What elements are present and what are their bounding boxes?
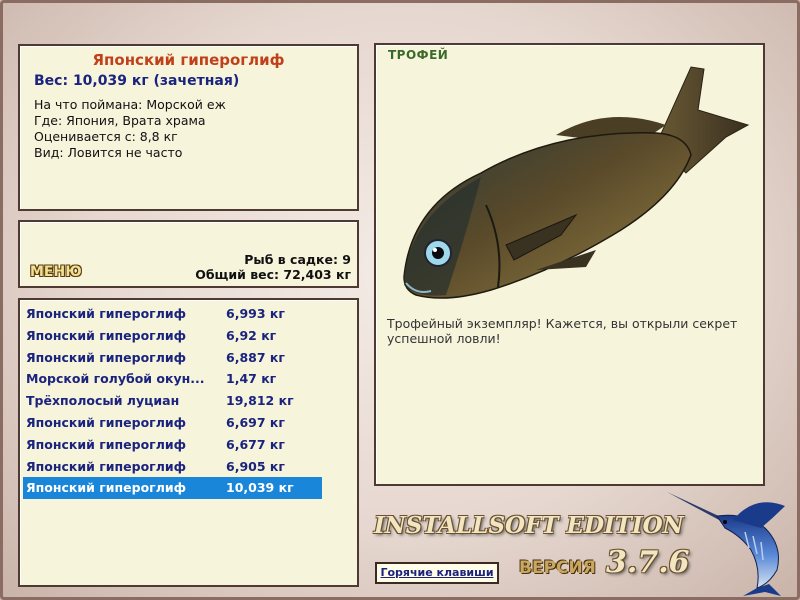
edition-logo: INSTALLSOFT EDITION [374,512,684,539]
catch-name: Морской голубой окун... [26,371,205,387]
catch-row[interactable]: Японский гипероглиф 6,887 кг [23,347,322,369]
catch-row[interactable]: Японский гипероглиф 6,677 кг [23,434,322,456]
marlin-icon [667,492,785,596]
catch-weight: 6,905 кг [226,458,285,474]
catch-row-selected[interactable]: Японский гипероглиф 10,039 кг [23,477,322,500]
hotkeys-link[interactable]: Горячие клавиши [375,562,499,584]
catch-weight: 6,887 кг [226,349,285,365]
catch-row[interactable]: Трёхполосый луциан 19,812 кг [23,390,322,412]
catch-row[interactable]: Японский гипероглиф 6,697 кг [23,412,322,434]
fish-count: Рыб в садке: 9 [244,252,351,267]
catch-weight: 10,039 кг [226,480,294,496]
catch-name: Японский гипероглиф [26,327,187,343]
trophy-message: Трофейный экземпляр! Кажется, вы открыли… [387,316,738,346]
total-weight: Общий вес: 72,403 кг [195,267,351,282]
catch-row[interactable]: Японский гипероглиф 6,92 кг [23,325,322,347]
catch-row[interactable]: Морской голубой окун... 1,47 кг [23,368,322,390]
catch-name: Японский гипероглиф [26,414,187,430]
catch-weight: 6,993 кг [226,306,285,321]
catch-stats: Рыб в садке: 9 Общий вес: 72,403 кг [195,252,351,282]
catch-name: Японский гипероглиф [26,306,187,321]
catch-weight: 19,812 кг [226,393,294,409]
version-label: ВЕРСИЯ [519,558,596,578]
catch-name: Трёхполосый луциан [26,393,180,409]
catch-name: Японский гипероглиф [26,436,187,452]
catch-name: Японский гипероглиф [26,349,187,365]
catch-row[interactable]: Японский гипероглиф 6,905 кг [23,456,322,478]
fish-weight: Вес: 10,039 кг (зачетная) [34,73,240,89]
catch-weight: 1,47 кг [226,371,277,387]
info-location: Где: Япония, Врата храма [34,113,206,128]
catch-weight: 6,92 кг [226,327,277,343]
catch-list: Японский гипероглиф 6,993 кг Японский гип… [18,298,359,587]
info-bait: На что поймана: Морской еж [34,97,226,112]
fish-image [403,66,750,299]
catch-weight: 6,677 кг [226,436,285,452]
trophy-panel: ТРОФЕЙ Трофейный экземпляр! Кажется, вы … [374,43,765,486]
catch-row[interactable]: Японский гипероглиф 6,993 кг [23,303,322,325]
fish-info-panel: Японский гипероглиф Вес: 10,039 кг (заче… [18,44,359,211]
catch-weight: 6,697 кг [226,414,285,430]
menu-button[interactable]: МЕНЮ [30,264,82,280]
info-valued-from: Оценивается с: 8,8 кг [34,129,178,144]
info-frequency: Вид: Ловится не часто [34,145,183,160]
catch-name: Японский гипероглиф [26,480,187,496]
catch-name: Японский гипероглиф [26,458,187,474]
fish-title: Японский гипероглиф [92,51,285,69]
menu-panel: МЕНЮ Рыб в садке: 9 Общий вес: 72,403 кг [18,220,359,288]
